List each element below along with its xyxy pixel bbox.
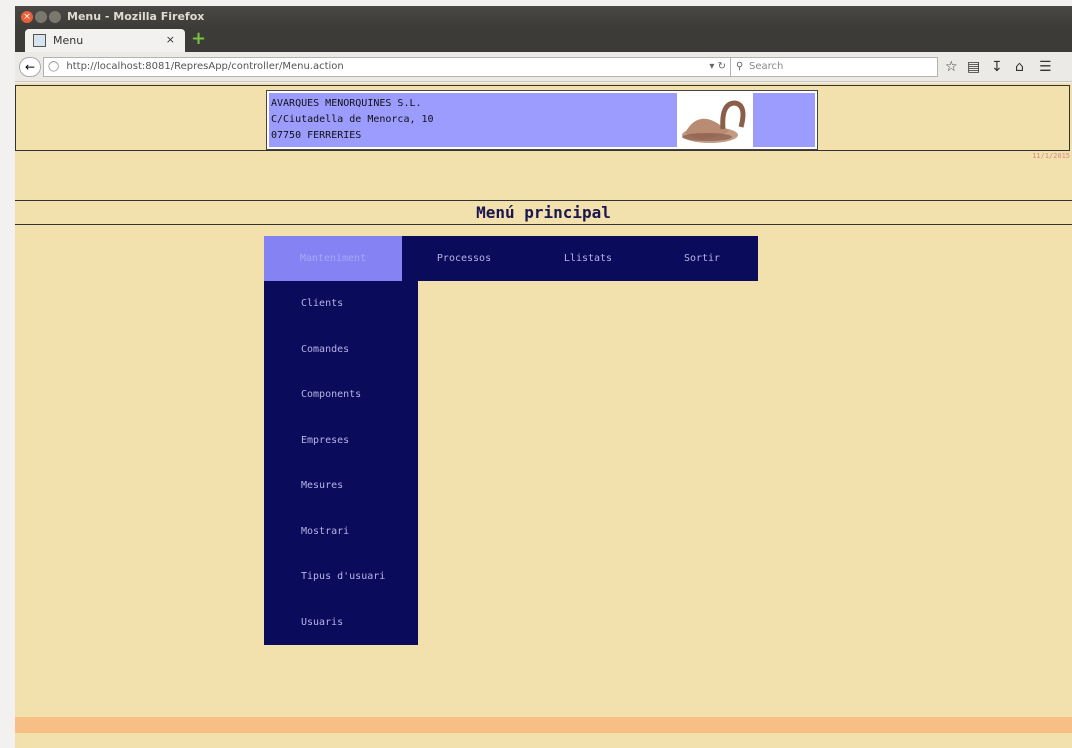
submenu-item-mesures[interactable]: Mesures <box>264 463 418 509</box>
window-minimize-button[interactable] <box>35 11 47 23</box>
footer-bar <box>15 717 1072 733</box>
menu-item-processos[interactable]: Processos <box>402 236 526 281</box>
search-input[interactable]: ⚲ Search <box>730 57 938 77</box>
manteniment-submenu: Clients Comandes Components Empreses Mes… <box>264 281 418 645</box>
company-address: C/Ciutadella de Menorca, 10 <box>271 114 434 125</box>
url-text: http://localhost:8081/RepresApp/controll… <box>66 61 344 72</box>
tab-close-icon[interactable]: × <box>166 33 175 46</box>
search-placeholder: Search <box>749 61 784 72</box>
company-info: AVARQUES MENORQUINES S.L. C/Ciutadella d… <box>271 96 434 144</box>
window-maximize-button[interactable] <box>49 11 61 23</box>
tab-label: Menu <box>53 34 84 47</box>
submenu-item-components[interactable]: Components <box>264 372 418 418</box>
submenu-item-empreses[interactable]: Empreses <box>264 418 418 464</box>
submenu-item-comandes[interactable]: Comandes <box>264 327 418 373</box>
reading-list-icon[interactable]: ▤ <box>967 59 980 75</box>
submenu-item-mostrari[interactable]: Mostrari <box>264 509 418 555</box>
search-icon: ⚲ <box>736 61 744 72</box>
bookmark-star-icon[interactable]: ☆ <box>945 59 958 75</box>
window-titlebar: × Menu - Mozilla Firefox <box>15 6 1072 28</box>
window-title: Menu - Mozilla Firefox <box>67 10 205 23</box>
sandal-logo-image <box>677 93 753 147</box>
window-close-button[interactable]: × <box>21 11 33 23</box>
downloads-icon[interactable]: ↧ <box>991 59 1003 75</box>
current-date: 11/1/2015 <box>1032 152 1070 160</box>
tab-strip: Menu × + <box>15 28 1072 52</box>
menu-item-sortir[interactable]: Sortir <box>640 236 764 281</box>
company-banner: AVARQUES MENORQUINES S.L. C/Ciutadella d… <box>269 93 815 147</box>
identity-icon[interactable]: ◯ <box>48 58 59 76</box>
submenu-item-clients[interactable]: Clients <box>264 281 418 327</box>
page-title: Menú principal <box>15 200 1072 225</box>
page-favicon-icon <box>33 34 46 47</box>
hamburger-menu-icon[interactable]: ☰ <box>1039 59 1052 75</box>
reload-icon[interactable]: ▾ ↻ <box>709 58 726 76</box>
company-city: 07750 FERRERIES <box>271 130 362 141</box>
menu-item-manteniment[interactable]: Manteniment <box>264 236 402 281</box>
company-name: AVARQUES MENORQUINES S.L. <box>271 98 422 109</box>
main-menu: Manteniment Processos Llistats Sortir <box>264 236 758 281</box>
submenu-item-usuaris[interactable]: Usuaris <box>264 600 418 646</box>
back-icon[interactable]: ← <box>19 57 41 77</box>
url-bar[interactable]: ◯ http://localhost:8081/RepresApp/contro… <box>43 57 733 77</box>
company-header: AVARQUES MENORQUINES S.L. C/Ciutadella d… <box>266 90 818 150</box>
tab-menu[interactable]: Menu × <box>25 29 185 52</box>
header-band: AVARQUES MENORQUINES S.L. C/Ciutadella d… <box>15 85 1070 151</box>
navigation-toolbar: ← ◯ http://localhost:8081/RepresApp/cont… <box>15 52 1072 82</box>
home-icon[interactable]: ⌂ <box>1015 59 1024 75</box>
menu-item-llistats[interactable]: Llistats <box>526 236 650 281</box>
new-tab-button[interactable]: + <box>191 30 206 48</box>
submenu-item-tipus-usuari[interactable]: Tipus d'usuari <box>264 554 418 600</box>
page-viewport: AVARQUES MENORQUINES S.L. C/Ciutadella d… <box>15 83 1072 748</box>
